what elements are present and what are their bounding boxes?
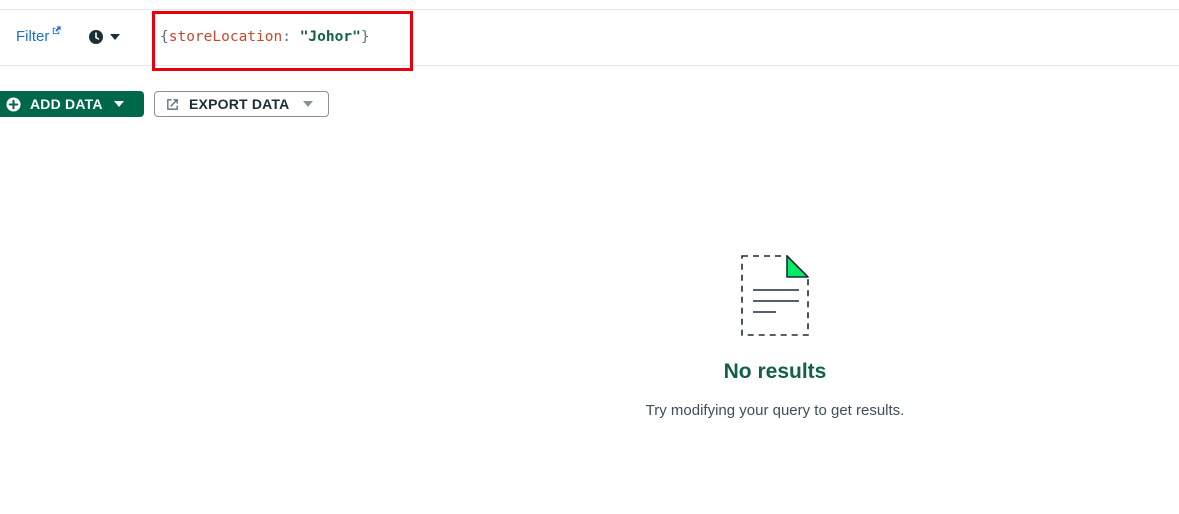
query-value: "Johor" [299, 29, 361, 45]
empty-state-description: Try modifying your query to get results. [645, 402, 905, 419]
clock-icon [89, 30, 103, 44]
query-history-button[interactable] [88, 29, 120, 45]
query-colon: : [282, 29, 300, 45]
query-key: storeLocation [168, 29, 283, 45]
query-filter-bar: Filter {storeLocation: "Johor"} [0, 9, 1179, 71]
chevron-down-icon [113, 101, 124, 107]
query-open-brace: { [160, 29, 169, 45]
empty-state-title: No results [723, 360, 827, 383]
chevron-down-icon [110, 34, 120, 40]
export-data-button[interactable]: EXPORT DATA [154, 91, 329, 117]
empty-document-icon [741, 255, 809, 336]
export-data-label: EXPORT DATA [189, 96, 290, 112]
plus-circle-icon [6, 96, 21, 112]
filter-docs-link[interactable]: Filter [16, 26, 62, 45]
query-close-brace: } [360, 29, 370, 45]
chevron-down-icon [303, 101, 314, 107]
query-filter-input[interactable]: {storeLocation: "Johor"} [160, 29, 370, 45]
add-data-button[interactable]: ADD DATA [0, 91, 144, 117]
filter-label: Filter [16, 28, 50, 45]
collection-documents-view: Filter {storeLocation: "Johor"} ADD DATA [0, 0, 1179, 514]
export-icon [167, 98, 178, 110]
add-data-label: ADD DATA [30, 96, 103, 112]
external-link-icon [53, 26, 61, 35]
